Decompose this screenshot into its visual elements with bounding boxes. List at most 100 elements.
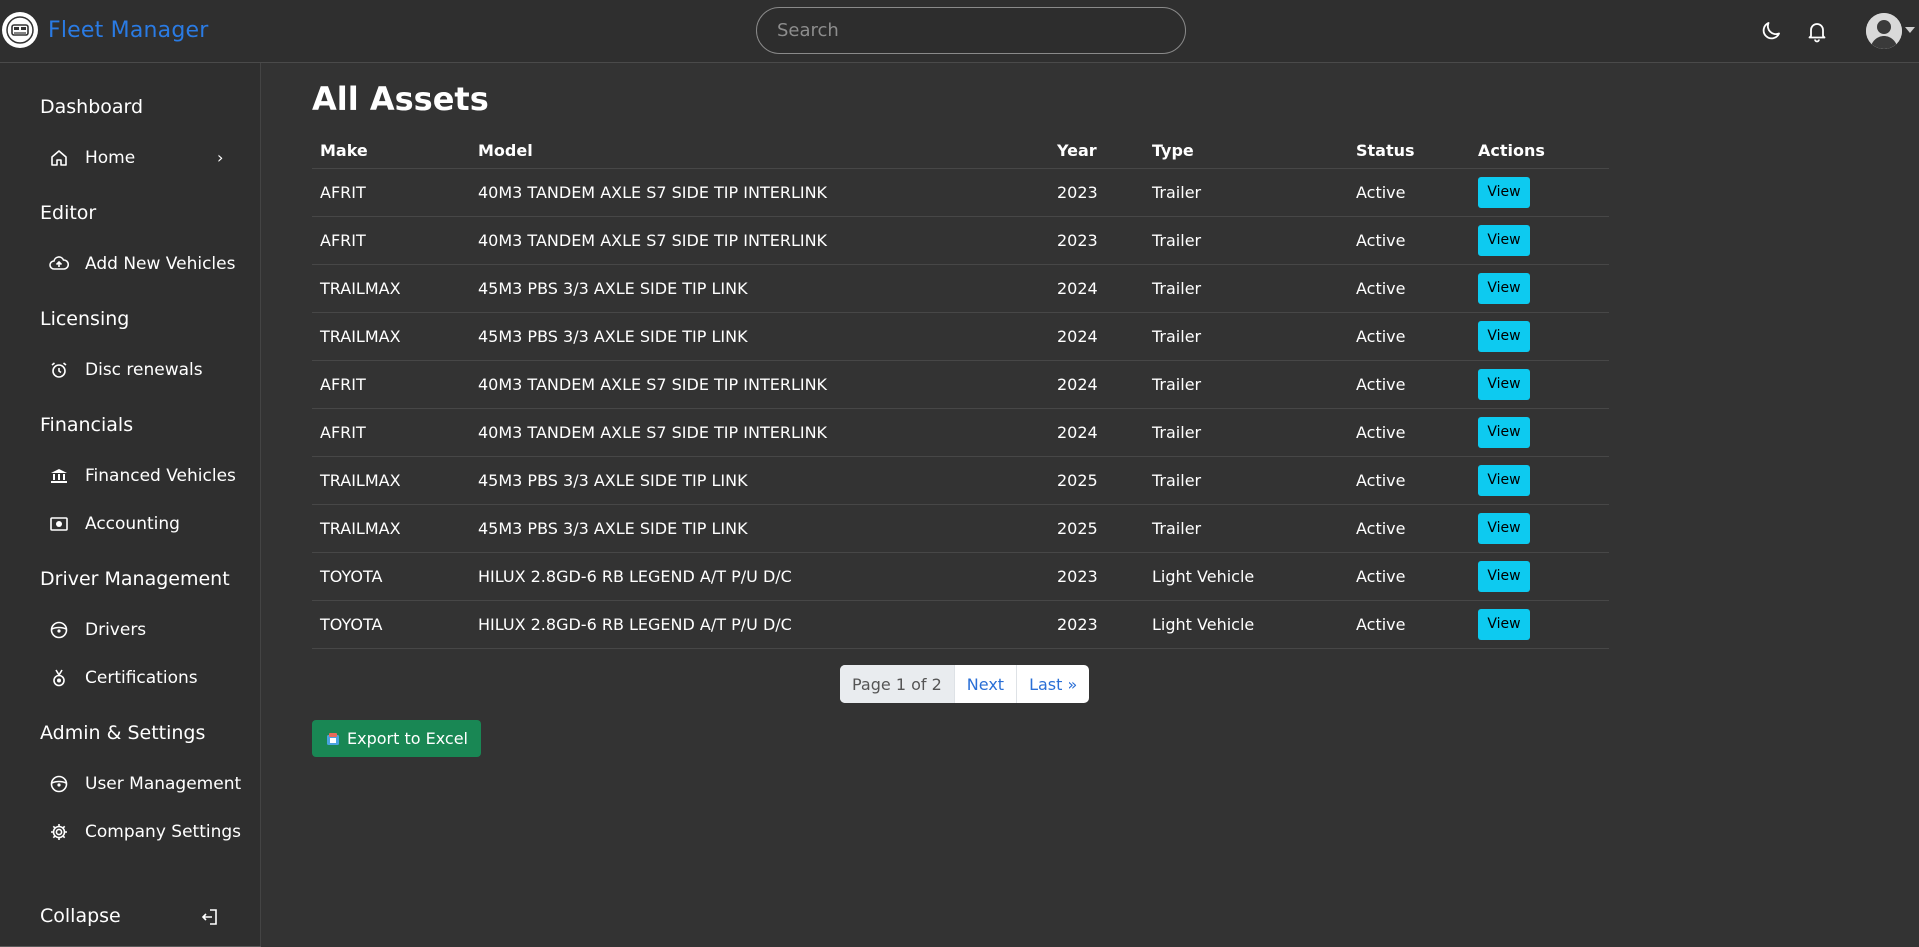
column-header-make[interactable]: Make	[312, 134, 470, 169]
user-avatar[interactable]	[1866, 13, 1902, 49]
table-row: AFRIT 40M3 TANDEM AXLE S7 SIDE TIP INTER…	[312, 360, 1609, 409]
cell-type: Trailer	[1144, 312, 1348, 361]
sidebar-item-user-management[interactable]: User Management	[48, 773, 248, 795]
view-button[interactable]: View	[1478, 368, 1530, 400]
sidebar-item-label: User Management	[85, 774, 242, 794]
sidebar-section-admin-settings: Admin & Settings	[40, 722, 206, 744]
cell-make: TOYOTA	[312, 600, 470, 649]
cell-year: 2023	[1049, 168, 1144, 217]
view-button[interactable]: View	[1478, 416, 1530, 448]
column-header-model[interactable]: Model	[470, 134, 1049, 169]
cell-type: Light Vehicle	[1144, 600, 1348, 649]
column-header-actions: Actions	[1470, 134, 1609, 169]
view-button[interactable]: View	[1478, 464, 1530, 496]
sidebar-item-accounting[interactable]: Accounting	[48, 513, 248, 535]
export-to-excel-button[interactable]: Export to Excel	[312, 720, 481, 757]
cell-actions: View	[1470, 456, 1609, 505]
brand[interactable]: Fleet Manager	[2, 12, 209, 48]
sidebar-item-label: Accounting	[85, 514, 180, 534]
cell-actions: View	[1470, 600, 1609, 649]
sidebar-item-add-new-vehicles[interactable]: Add New Vehicles	[48, 253, 248, 275]
cell-year: 2024	[1049, 264, 1144, 313]
view-button[interactable]: View	[1478, 320, 1530, 352]
cell-year: 2023	[1049, 552, 1144, 601]
cell-type: Trailer	[1144, 168, 1348, 217]
table-row: AFRIT 40M3 TANDEM AXLE S7 SIDE TIP INTER…	[312, 216, 1609, 265]
bell-icon[interactable]	[1805, 19, 1829, 43]
medal-icon	[48, 667, 70, 689]
view-button[interactable]: View	[1478, 176, 1530, 208]
search-input[interactable]	[756, 7, 1186, 54]
table-row: TRAILMAX 45M3 PBS 3/3 AXLE SIDE TIP LINK…	[312, 312, 1609, 361]
cell-actions: View	[1470, 552, 1609, 601]
column-header-status[interactable]: Status	[1348, 134, 1470, 169]
cell-year: 2024	[1049, 360, 1144, 409]
table-row: TRAILMAX 45M3 PBS 3/3 AXLE SIDE TIP LINK…	[312, 264, 1609, 313]
cell-status: Active	[1348, 600, 1470, 649]
sidebar-item-certifications[interactable]: Certifications	[48, 667, 248, 689]
cell-actions: View	[1470, 504, 1609, 553]
view-button[interactable]: View	[1478, 272, 1530, 304]
sidebar-item-label: Company Settings	[85, 822, 242, 842]
cell-model: 45M3 PBS 3/3 AXLE SIDE TIP LINK	[470, 264, 1049, 313]
cell-model: HILUX 2.8GD-6 RB LEGEND A/T P/U D/C	[470, 600, 1049, 649]
sidebar-section-editor: Editor	[40, 202, 97, 224]
cell-make: TRAILMAX	[312, 504, 470, 553]
sidebar-item-label: Disc renewals	[85, 360, 203, 380]
cell-status: Active	[1348, 408, 1470, 457]
view-button[interactable]: View	[1478, 224, 1530, 256]
table-row: TOYOTA HILUX 2.8GD-6 RB LEGEND A/T P/U D…	[312, 600, 1609, 649]
sidebar-section-financials: Financials	[40, 414, 134, 436]
pagination-last[interactable]: Last »	[1017, 665, 1089, 703]
cell-actions: View	[1470, 312, 1609, 361]
alarm-clock-icon	[48, 359, 70, 381]
pagination: Page 1 of 2 Next Last »	[840, 665, 1090, 703]
cell-type: Light Vehicle	[1144, 552, 1348, 601]
cell-year: 2025	[1049, 504, 1144, 553]
cell-make: TRAILMAX	[312, 264, 470, 313]
pagination-next[interactable]: Next	[955, 665, 1018, 703]
sidebar-item-label: Home	[85, 148, 136, 168]
sidebar-section-dashboard: Dashboard	[40, 96, 144, 118]
view-button[interactable]: View	[1478, 608, 1530, 640]
assets-table: Make Model Year Type Status Actions AFRI…	[312, 134, 1609, 649]
steering-wheel-icon	[48, 773, 70, 795]
sidebar: Dashboard Home › Editor Add New Vehicles…	[0, 63, 261, 947]
cell-model: 40M3 TANDEM AXLE S7 SIDE TIP INTERLINK	[470, 168, 1049, 217]
gear-icon	[48, 821, 70, 843]
cell-type: Trailer	[1144, 216, 1348, 265]
column-header-year[interactable]: Year	[1049, 134, 1144, 169]
cell-status: Active	[1348, 216, 1470, 265]
truck-logo-icon	[2, 12, 38, 48]
cell-actions: View	[1470, 168, 1609, 217]
cell-year: 2024	[1049, 408, 1144, 457]
moon-icon[interactable]	[1759, 19, 1783, 43]
chevron-down-icon[interactable]	[1905, 27, 1915, 33]
cell-status: Active	[1348, 360, 1470, 409]
chevron-right-icon[interactable]: ›	[217, 148, 223, 167]
cell-type: Trailer	[1144, 504, 1348, 553]
cash-icon	[48, 513, 70, 535]
collapse-icon[interactable]	[199, 906, 221, 928]
column-header-type[interactable]: Type	[1144, 134, 1348, 169]
steering-wheel-icon	[48, 619, 70, 641]
cell-make: AFRIT	[312, 360, 470, 409]
sidebar-item-disc-renewals[interactable]: Disc renewals	[48, 359, 248, 381]
bank-icon	[48, 465, 70, 487]
sidebar-item-label: Add New Vehicles	[85, 254, 236, 274]
home-icon	[48, 147, 70, 169]
cell-type: Trailer	[1144, 360, 1348, 409]
collapse-button[interactable]: Collapse	[40, 905, 121, 927]
view-button[interactable]: View	[1478, 560, 1530, 592]
table-row: AFRIT 40M3 TANDEM AXLE S7 SIDE TIP INTER…	[312, 168, 1609, 217]
cell-year: 2023	[1049, 600, 1144, 649]
cell-model: 40M3 TANDEM AXLE S7 SIDE TIP INTERLINK	[470, 360, 1049, 409]
table-row: TOYOTA HILUX 2.8GD-6 RB LEGEND A/T P/U D…	[312, 552, 1609, 601]
table-row: TRAILMAX 45M3 PBS 3/3 AXLE SIDE TIP LINK…	[312, 504, 1609, 553]
cell-model: 45M3 PBS 3/3 AXLE SIDE TIP LINK	[470, 456, 1049, 505]
sidebar-item-drivers[interactable]: Drivers	[48, 619, 248, 641]
sidebar-item-financed-vehicles[interactable]: Financed Vehicles	[48, 465, 248, 487]
cell-status: Active	[1348, 504, 1470, 553]
sidebar-item-company-settings[interactable]: Company Settings	[48, 821, 248, 843]
view-button[interactable]: View	[1478, 512, 1530, 544]
